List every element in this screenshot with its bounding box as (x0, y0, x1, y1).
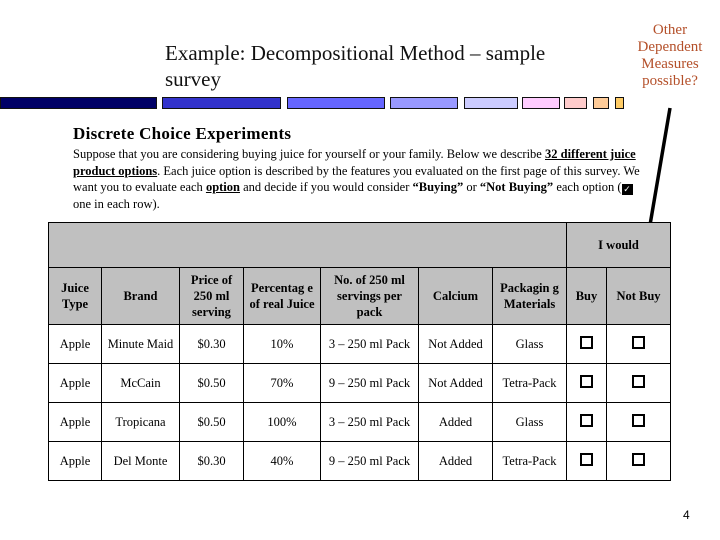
intro-emphasis: “Not Buying” (479, 180, 554, 194)
intro-text: each option ( (553, 180, 622, 194)
empty-header-cell (48, 222, 567, 268)
juice-type-cell: Apple (48, 324, 102, 364)
table-header-row: Juice Type Brand Price of 250 ml serving… (48, 267, 671, 325)
color-bar (615, 97, 624, 109)
annotation-text: Other Dependent Measures possible? (637, 22, 703, 89)
juice-type-cell: Apple (48, 402, 102, 442)
juice-type-cell: Apple (48, 441, 102, 481)
color-bar (390, 97, 458, 109)
not-buy-checkbox[interactable] (632, 452, 645, 466)
buy-cell (566, 402, 607, 442)
color-bar (162, 97, 281, 109)
page-number: 4 (683, 508, 690, 522)
table-group-header-row: I would (48, 222, 671, 268)
packaging-cell: Tetra-Pack (492, 363, 567, 403)
servings-cell: 3 – 250 ml Pack (320, 324, 419, 364)
price-cell: $0.30 (179, 441, 244, 481)
calcium-cell: Not Added (418, 363, 493, 403)
calcium-cell: Added (418, 402, 493, 442)
column-header: Price of 250 ml serving (179, 267, 244, 325)
column-header: Brand (101, 267, 180, 325)
i-would-header: I would (566, 222, 671, 268)
color-bar (522, 97, 560, 109)
buy-checkbox[interactable] (580, 335, 593, 349)
checkbox-checked-icon: ✓ (621, 184, 633, 195)
buy-cell (566, 441, 607, 481)
not-buy-checkbox[interactable] (632, 374, 645, 388)
price-cell: $0.50 (179, 402, 244, 442)
color-bar (464, 97, 518, 109)
buy-cell (566, 363, 607, 403)
column-header: Calcium (418, 267, 493, 325)
servings-cell: 3 – 250 ml Pack (320, 402, 419, 442)
price-cell: $0.30 (179, 324, 244, 364)
packaging-cell: Glass (492, 402, 567, 442)
buy-checkbox[interactable] (580, 413, 593, 427)
choice-table: I would Juice Type Brand Price of 250 ml… (48, 222, 671, 481)
section-heading: Discrete Choice Experiments (73, 124, 292, 143)
color-bar (0, 97, 157, 109)
packaging-cell: Glass (492, 324, 567, 364)
intro-emphasis: “Buying” (412, 180, 464, 194)
not-buy-checkbox[interactable] (632, 413, 645, 427)
not-buy-cell (606, 441, 671, 481)
calcium-cell: Added (418, 441, 493, 481)
column-header: Juice Type (48, 267, 102, 325)
survey-instructions: Suppose that you are considering buying … (73, 146, 653, 212)
intro-text: one in each row). (73, 196, 160, 211)
juice-type-cell: Apple (48, 363, 102, 403)
table-row: Apple McCain $0.50 70% 9 – 250 ml Pack N… (48, 363, 671, 403)
not-buy-checkbox[interactable] (632, 335, 645, 349)
servings-cell: 9 – 250 ml Pack (320, 441, 419, 481)
column-header: Buy (566, 267, 607, 325)
price-cell: $0.50 (179, 363, 244, 403)
intro-text: and decide if you would consider (239, 180, 413, 194)
brand-cell: Minute Maid (101, 324, 180, 364)
not-buy-cell (606, 324, 671, 364)
percent-cell: 70% (243, 363, 321, 403)
brand-cell: Del Monte (101, 441, 180, 481)
column-header: Percentag e of real Juice (243, 267, 321, 325)
not-buy-cell (606, 402, 671, 442)
buy-checkbox[interactable] (580, 452, 593, 466)
column-header: Packagin g Materials (492, 267, 567, 325)
table-row: Apple Tropicana $0.50 100% 3 – 250 ml Pa… (48, 402, 671, 442)
percent-cell: 100% (243, 402, 321, 442)
color-bar (564, 97, 587, 109)
table-row: Apple Minute Maid $0.30 10% 3 – 250 ml P… (48, 324, 671, 364)
color-bar (593, 97, 609, 109)
servings-cell: 9 – 250 ml Pack (320, 363, 419, 403)
slide-title: Example: Decompositional Method – sample… (165, 41, 546, 91)
intro-text: or (463, 180, 480, 194)
intro-text: Suppose that you are considering buying … (73, 147, 545, 161)
percent-cell: 10% (243, 324, 321, 364)
packaging-cell: Tetra-Pack (492, 441, 567, 481)
buy-checkbox[interactable] (580, 374, 593, 388)
brand-cell: McCain (101, 363, 180, 403)
buy-cell (566, 324, 607, 364)
column-header: Not Buy (606, 267, 671, 325)
intro-emphasis: option (205, 180, 240, 194)
color-bar (287, 97, 385, 109)
not-buy-cell (606, 363, 671, 403)
calcium-cell: Not Added (418, 324, 493, 364)
table-row: Apple Del Monte $0.30 40% 9 – 250 ml Pac… (48, 441, 671, 481)
column-header: No. of 250 ml servings per pack (320, 267, 419, 325)
brand-cell: Tropicana (101, 402, 180, 442)
percent-cell: 40% (243, 441, 321, 481)
